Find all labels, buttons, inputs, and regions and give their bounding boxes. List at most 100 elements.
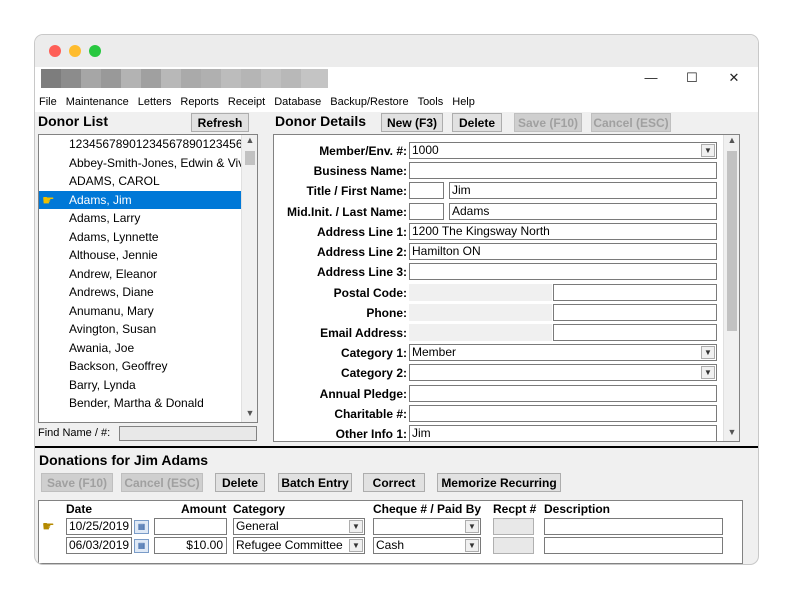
business-input[interactable]: [409, 162, 717, 179]
donor-list-item[interactable]: Andrews, Diane: [39, 283, 257, 302]
chevron-down-icon[interactable]: ▼: [701, 366, 715, 379]
addr3-input[interactable]: [409, 263, 717, 280]
donor-list-item[interactable]: Andrew, Eleanor: [39, 265, 257, 284]
chevron-down-icon[interactable]: ▼: [465, 520, 479, 533]
charitable-input[interactable]: [409, 405, 717, 422]
menu-file[interactable]: File: [39, 96, 57, 108]
row2-date[interactable]: 06/03/2019: [66, 537, 132, 554]
donor-name: Awania, Joe: [69, 340, 135, 355]
zoom-traffic-light[interactable]: [89, 45, 101, 57]
save-donation-button: Save (F10): [41, 473, 113, 492]
email-prefix: [409, 324, 552, 341]
chevron-down-icon[interactable]: ▼: [349, 539, 363, 552]
addr2-input[interactable]: Hamilton ON: [409, 243, 717, 260]
donor-list-item[interactable]: Bender, Martha & Donald: [39, 394, 257, 413]
maximize-button[interactable]: ☐: [682, 70, 702, 86]
new-button[interactable]: New (F3): [381, 113, 443, 132]
calendar-icon[interactable]: ▦: [134, 520, 149, 534]
member-env-label: Member/Env. #:: [319, 144, 407, 158]
correct-button[interactable]: Correct: [363, 473, 425, 492]
chevron-down-icon[interactable]: ▼: [701, 346, 715, 359]
donor-list[interactable]: 1234567890123456789012345678 Abbey-Smith-…: [38, 134, 258, 423]
donor-list-item[interactable]: Althouse, Jennie: [39, 246, 257, 265]
find-name-input[interactable]: [119, 426, 257, 441]
menu-receipt[interactable]: Receipt: [228, 96, 265, 108]
memorize-recurring-button[interactable]: Memorize Recurring: [437, 473, 561, 492]
donor-list-item[interactable]: Anumanu, Mary: [39, 302, 257, 321]
row1-description[interactable]: [544, 518, 723, 535]
scroll-thumb[interactable]: [245, 151, 255, 165]
donor-name: Abbey-Smith-Jones, Edwin & Vivie: [69, 155, 254, 170]
scroll-up-icon[interactable]: ▲: [724, 135, 739, 149]
menu-help[interactable]: Help: [452, 96, 475, 108]
phone-label: Phone:: [366, 306, 407, 320]
chevron-down-icon[interactable]: ▼: [465, 539, 479, 552]
donor-details-title: Donor Details: [275, 113, 367, 129]
minimize-traffic-light[interactable]: [69, 45, 81, 57]
mac-titlebar: [35, 35, 758, 67]
donor-list-item[interactable]: Adams, Lynnette: [39, 228, 257, 247]
other1-input[interactable]: Jim: [409, 425, 717, 441]
donor-name: Adams, Larry: [69, 211, 141, 225]
scroll-thumb[interactable]: [727, 151, 737, 331]
menu-reports[interactable]: Reports: [180, 96, 219, 108]
first-name-input[interactable]: Jim: [449, 182, 717, 199]
window-titlebar: — ☐ ✕: [35, 67, 758, 92]
donor-list-item[interactable]: ADAMS, CAROL: [39, 172, 257, 191]
row1-cheque[interactable]: ▼: [373, 518, 481, 535]
postal-input[interactable]: [553, 284, 717, 301]
donor-list-item[interactable]: ☛ Adams, Jim: [39, 190, 257, 209]
menu-letters[interactable]: Letters: [138, 96, 172, 108]
row2-amount[interactable]: $10.00: [154, 537, 227, 554]
row1-category[interactable]: General ▼: [233, 518, 365, 535]
chevron-down-icon[interactable]: ▼: [701, 144, 715, 157]
refresh-button[interactable]: Refresh: [191, 113, 249, 132]
scroll-up-icon[interactable]: ▲: [242, 135, 257, 149]
row1-amount[interactable]: [154, 518, 227, 535]
batch-entry-button[interactable]: Batch Entry: [278, 473, 352, 492]
row2-cheque[interactable]: Cash ▼: [373, 537, 481, 554]
scroll-down-icon[interactable]: ▼: [242, 408, 257, 422]
donor-name: Adams, Jim: [69, 192, 132, 207]
pledge-input[interactable]: [409, 385, 717, 402]
midinit-last-row: Mid.Init. / Last Name: Adams: [274, 203, 719, 221]
donor-list-item[interactable]: Adams, Larry: [39, 209, 257, 228]
row2-description[interactable]: [544, 537, 723, 554]
close-button[interactable]: ✕: [724, 70, 744, 86]
phone-input[interactable]: [553, 304, 717, 321]
donor-list-item[interactable]: Awania, Joe: [39, 339, 257, 358]
chevron-down-icon[interactable]: ▼: [349, 520, 363, 533]
cat1-select[interactable]: Member ▼: [409, 344, 717, 361]
calendar-icon[interactable]: ▦: [134, 539, 149, 553]
title-input[interactable]: [409, 182, 444, 199]
donor-list-scrollbar[interactable]: ▲ ▼: [241, 135, 257, 422]
menu-maintenance[interactable]: Maintenance: [66, 96, 129, 108]
donor-name: Barry, Lynda: [69, 377, 136, 392]
menu-tools[interactable]: Tools: [418, 96, 444, 108]
cat2-label: Category 2:: [340, 366, 407, 380]
donor-list-item[interactable]: Avington, Susan: [39, 320, 257, 339]
menu-backup-restore[interactable]: Backup/Restore: [330, 96, 408, 108]
cat2-select[interactable]: ▼: [409, 364, 717, 381]
donor-list-item[interactable]: Barry, Lynda: [39, 376, 257, 395]
cat1-value: Member: [412, 345, 457, 359]
midinit-input[interactable]: [409, 203, 444, 220]
close-traffic-light[interactable]: [49, 45, 61, 57]
donor-list-item[interactable]: 1234567890123456789012345678: [39, 135, 257, 154]
details-scrollbar[interactable]: ▲ ▼: [723, 135, 739, 441]
delete-donation-button[interactable]: Delete: [215, 473, 265, 492]
addr1-input[interactable]: 1200 The Kingsway North: [409, 223, 717, 240]
row1-date[interactable]: 10/25/2019: [66, 518, 132, 535]
delete-donor-button[interactable]: Delete: [452, 113, 502, 132]
email-row: Email Address:: [274, 324, 719, 342]
menu-database[interactable]: Database: [274, 96, 321, 108]
phone-row: Phone:: [274, 304, 719, 322]
minimize-button[interactable]: —: [641, 70, 661, 85]
donor-list-item[interactable]: Backson, Geoffrey: [39, 357, 257, 376]
donor-list-item[interactable]: Abbey-Smith-Jones, Edwin & Vivie: [39, 154, 257, 173]
scroll-down-icon[interactable]: ▼: [724, 427, 739, 441]
member-env-select[interactable]: 1000 ▼: [409, 142, 717, 159]
email-input[interactable]: [553, 324, 717, 341]
row2-category[interactable]: Refugee Committee ▼: [233, 537, 365, 554]
last-name-input[interactable]: Adams: [449, 203, 717, 220]
